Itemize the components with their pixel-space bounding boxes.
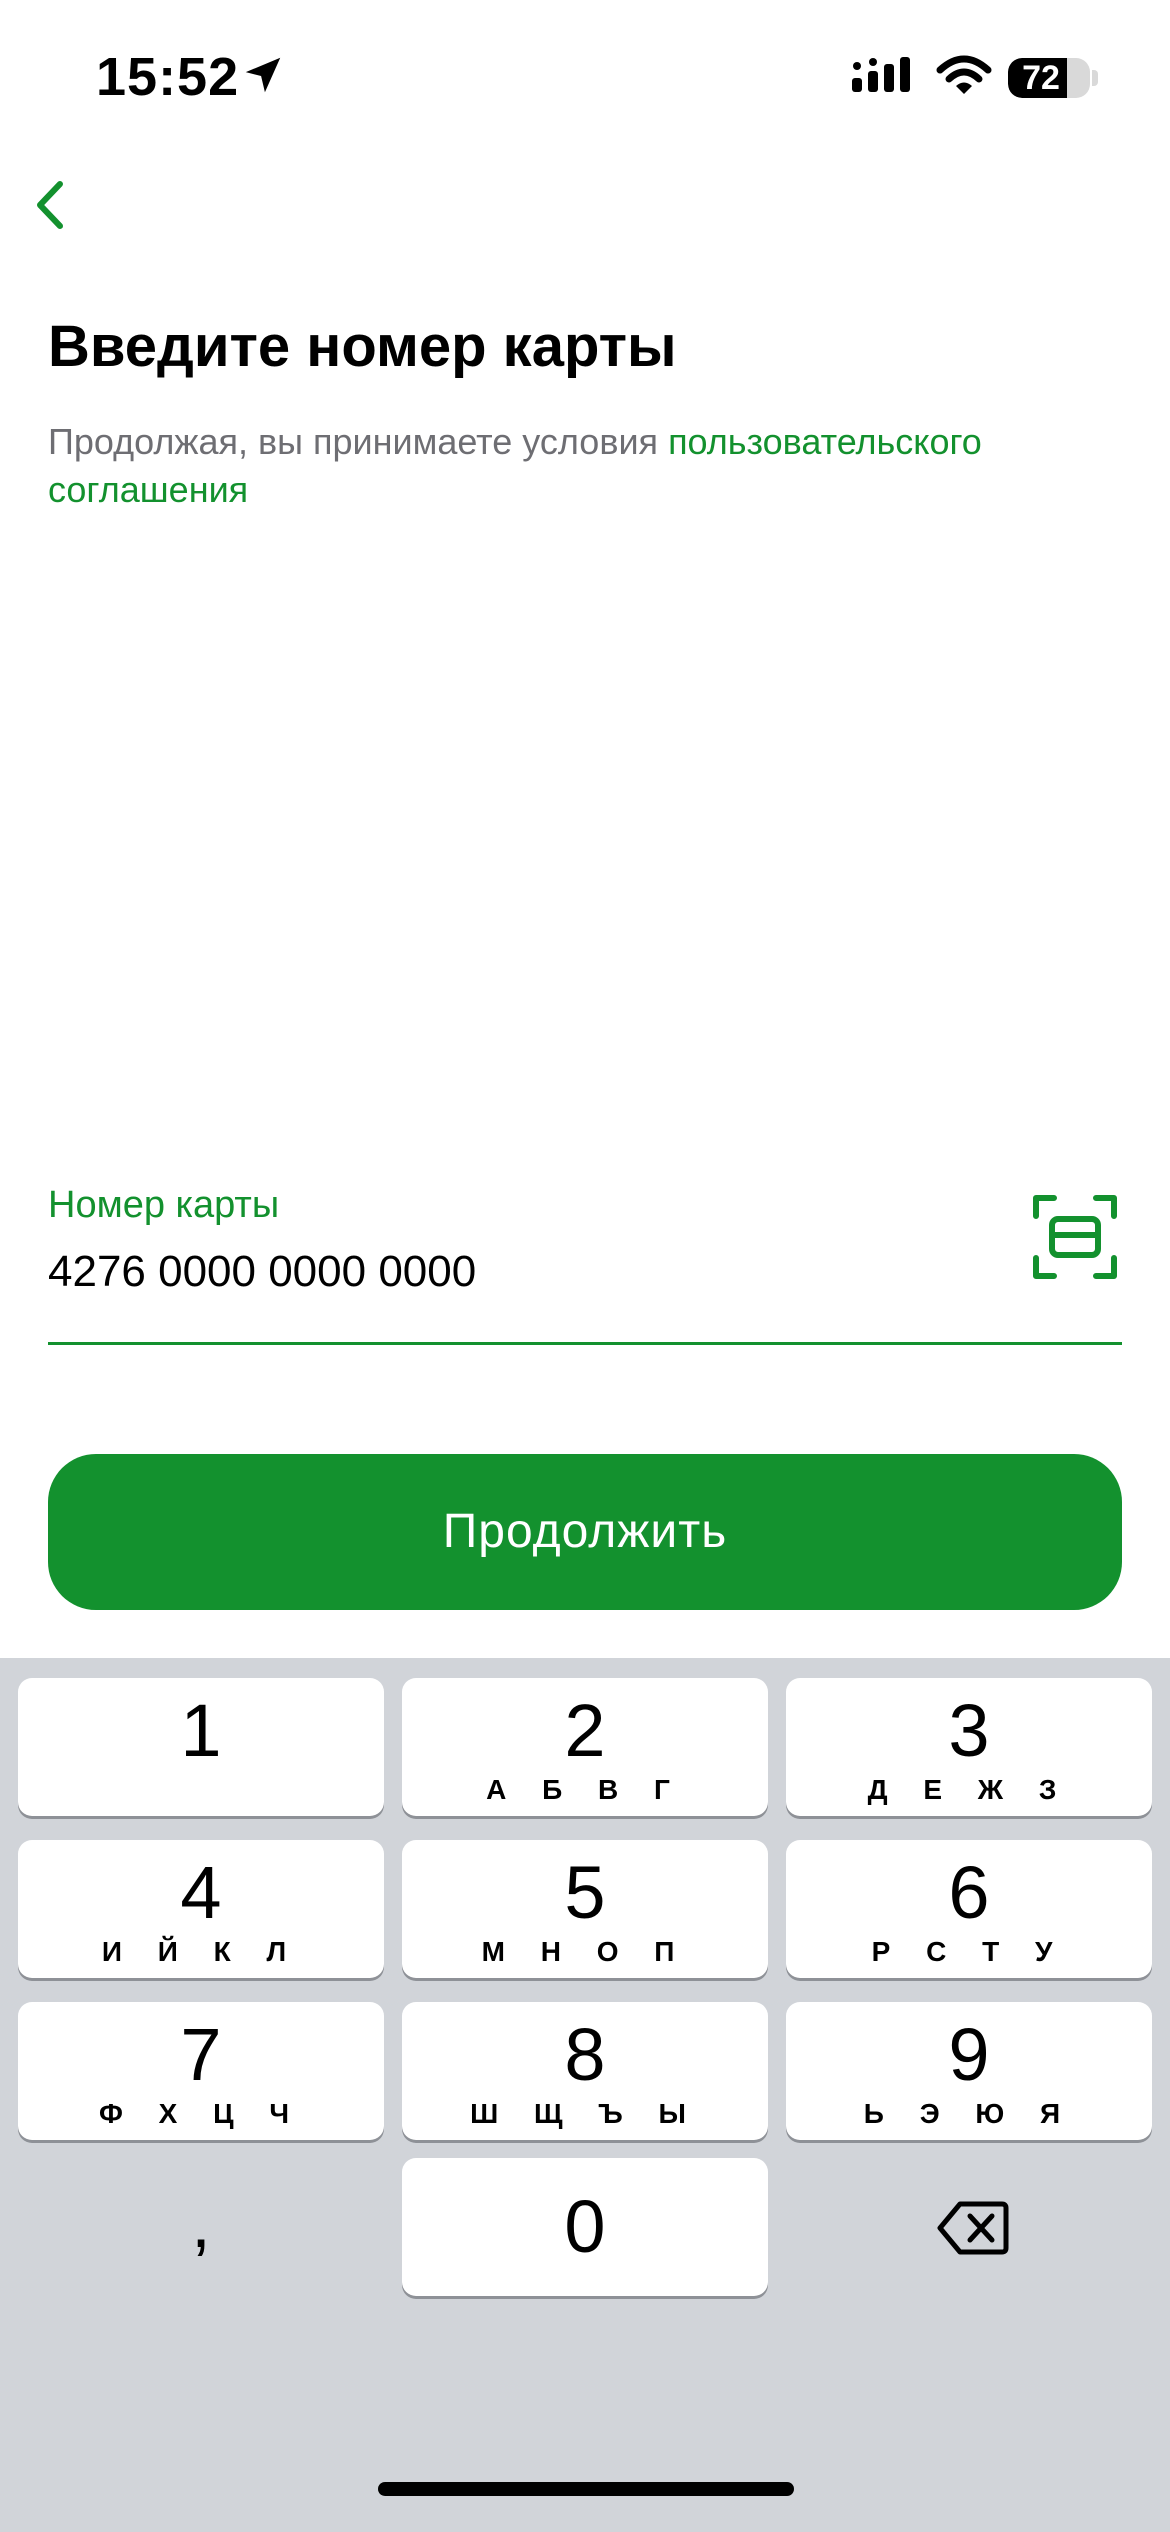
card-number-label: Номер карты	[48, 1184, 280, 1226]
battery-percent: 72	[1022, 59, 1060, 97]
key-letters: А Б В Г	[486, 1774, 684, 1805]
key-letters: И Й К Л	[101, 1936, 301, 1967]
key-2[interactable]: 2 А Б В Г	[402, 1678, 768, 1816]
key-3[interactable]: 3 Д Е Ж З	[786, 1678, 1152, 1816]
key-digit: 5	[564, 1851, 606, 1934]
key-comma[interactable]: ,	[18, 2158, 384, 2296]
key-digit: 4	[180, 1851, 222, 1934]
card-number-input[interactable]	[48, 1244, 948, 1300]
key-5[interactable]: 5 М Н О П	[402, 1840, 768, 1978]
status-bar: 15:52 72	[0, 0, 1170, 160]
battery-cap	[1092, 70, 1098, 86]
key-digit: 7	[180, 2013, 222, 2096]
numeric-keypad: 1 2 А Б В Г 3 Д Е Ж З 4 И Й К Л 5 М Н О …	[0, 1658, 1170, 2532]
status-time: 15:52	[96, 47, 240, 107]
key-8[interactable]: 8 Ш Щ Ъ Ы	[402, 2002, 768, 2140]
chevron-left-icon	[37, 181, 63, 229]
key-1[interactable]: 1	[18, 1678, 384, 1816]
home-indicator	[378, 2482, 794, 2496]
backspace-icon	[937, 2201, 1009, 2255]
key-letters: Д Е Ж З	[867, 1774, 1071, 1805]
key-digit: 6	[948, 1851, 990, 1934]
key-delete[interactable]	[786, 2158, 1152, 2296]
terms-text: Продолжая, вы принимаете условия пользов…	[48, 418, 1108, 514]
key-digit: 9	[948, 2013, 990, 2096]
key-0[interactable]: 0	[402, 2158, 768, 2296]
battery-icon: 72	[1008, 58, 1090, 98]
key-digit: 2	[564, 1689, 606, 1772]
card-scan-icon[interactable]	[1032, 1194, 1118, 1280]
location-arrow-icon	[245, 57, 281, 93]
card-number-field[interactable]: Номер карты	[48, 1172, 1122, 1346]
cellular-signal-icon	[852, 57, 910, 92]
key-letters: М Н О П	[481, 1936, 689, 1967]
key-7[interactable]: 7 Ф Х Ц Ч	[18, 2002, 384, 2140]
continue-button[interactable]: Продолжить	[48, 1454, 1122, 1610]
key-digit: 1	[180, 1689, 222, 1772]
key-letters: Ш Щ Ъ Ы	[470, 2098, 700, 2129]
key-9[interactable]: 9 Ь Э Ю Я	[786, 2002, 1152, 2140]
key-letters: Р С Т У	[871, 1936, 1067, 1967]
wifi-icon	[936, 55, 992, 94]
back-button[interactable]	[18, 170, 88, 240]
key-digit: 8	[564, 2013, 606, 2096]
card-number-underline	[48, 1342, 1122, 1345]
key-letters: Ь Э Ю Я	[863, 2098, 1075, 2129]
key-digit: 3	[948, 1689, 990, 1772]
key-4[interactable]: 4 И Й К Л	[18, 1840, 384, 1978]
key-digit: 0	[564, 2185, 606, 2268]
terms-prefix: Продолжая, вы принимаете условия	[48, 421, 669, 462]
page-title: Введите номер карты	[48, 314, 677, 379]
comma-label: ,	[191, 2184, 211, 2262]
key-6[interactable]: 6 Р С Т У	[786, 1840, 1152, 1978]
key-letters: Ф Х Ц Ч	[98, 2098, 304, 2129]
